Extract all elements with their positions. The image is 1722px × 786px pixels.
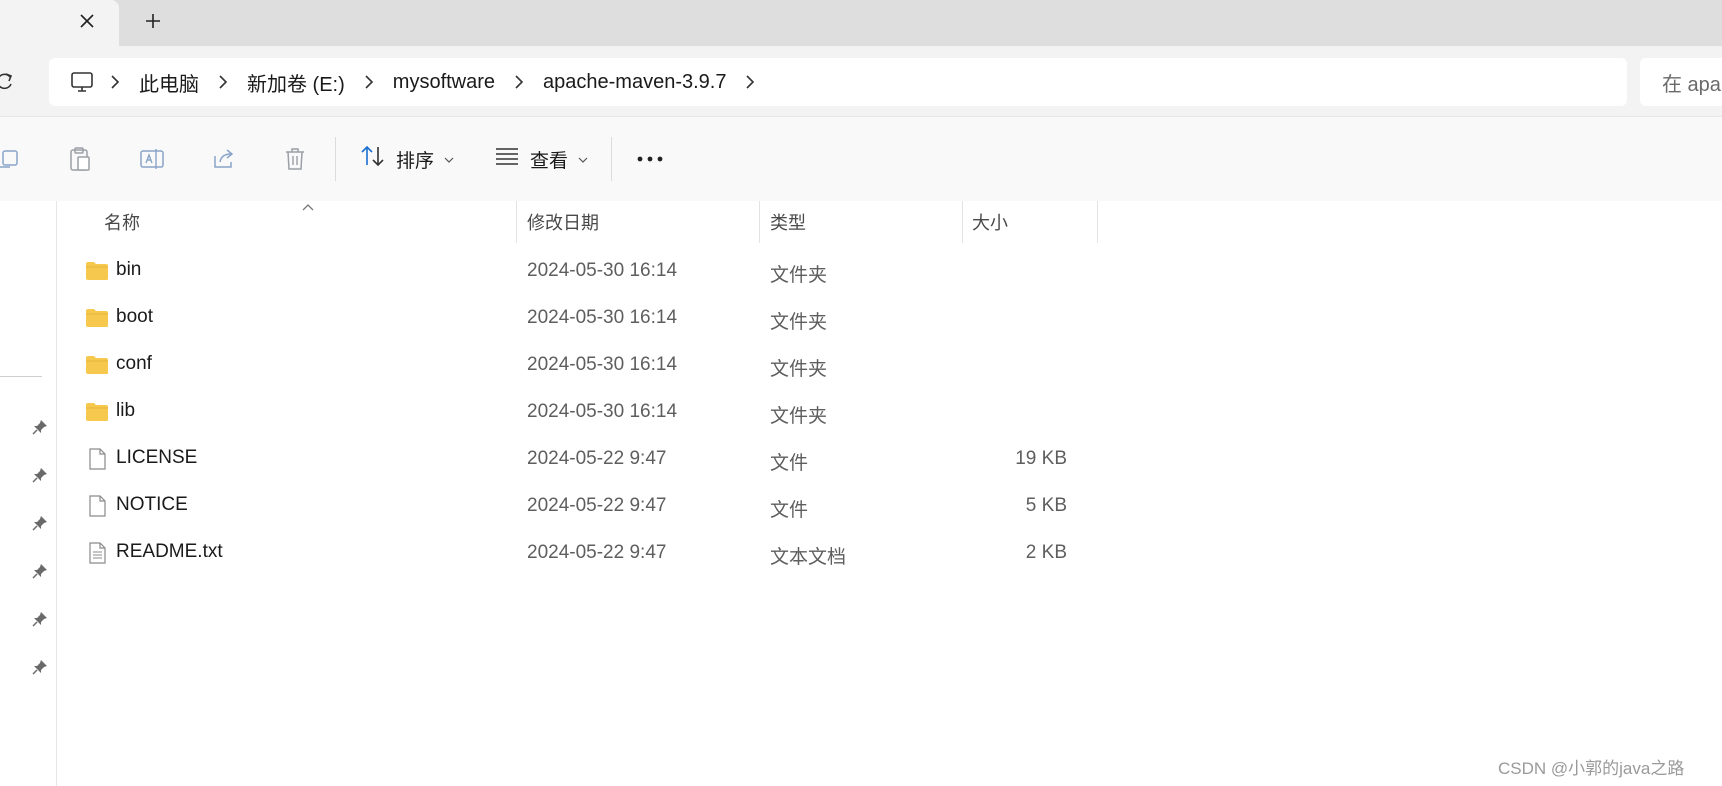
file-type: 文件: [770, 453, 809, 474]
view-list-icon: [494, 145, 520, 173]
plus-icon[interactable]: [142, 10, 164, 32]
column-header-name[interactable]: 名称: [104, 201, 454, 243]
chevron-right-icon[interactable]: [349, 62, 389, 102]
file-type: 文件夹: [770, 359, 828, 380]
column-divider[interactable]: [759, 201, 760, 243]
column-header-modified[interactable]: 修改日期: [527, 201, 747, 243]
file-modified: 2024-05-30 16:14: [527, 260, 678, 281]
file-name: conf: [116, 353, 152, 374]
chevron-right-icon[interactable]: [499, 62, 539, 102]
command-bar: 排序 查看: [0, 116, 1722, 202]
sort-button[interactable]: 排序: [360, 139, 454, 179]
sort-label: 排序: [396, 150, 435, 172]
file-type: 文件夹: [770, 265, 828, 286]
pin-icon[interactable]: [30, 513, 50, 533]
file-size: 19 KB: [1015, 448, 1067, 469]
file-type: 文件: [770, 500, 809, 521]
rename-icon[interactable]: [138, 145, 166, 173]
file-row[interactable]: LICENSE 2024-05-22 9:47 文件 19 KB: [77, 438, 1177, 480]
close-icon[interactable]: [76, 10, 98, 32]
breadcrumb-maven[interactable]: apache-maven-3.9.7: [539, 71, 730, 94]
file-name: lib: [116, 400, 136, 421]
file-row[interactable]: NOTICE 2024-05-22 9:47 文件 5 KB: [77, 485, 1177, 527]
pin-icon[interactable]: [30, 609, 50, 629]
folder-icon: [86, 403, 108, 421]
breadcrumb-this-pc[interactable]: 此电脑: [135, 68, 203, 97]
pin-icon[interactable]: [30, 417, 50, 437]
file-modified: 2024-05-30 16:14: [527, 401, 678, 422]
paste-icon[interactable]: [66, 145, 94, 173]
column-divider[interactable]: [516, 201, 517, 243]
file-name: NOTICE: [116, 494, 188, 515]
file-modified: 2024-05-30 16:14: [527, 354, 678, 375]
text-document-icon: [89, 542, 106, 564]
folder-icon: [86, 309, 108, 327]
copy-icon[interactable]: [0, 145, 22, 173]
chevron-right-icon[interactable]: [730, 62, 770, 102]
folder-icon: [86, 356, 108, 374]
sidebar-divider: [0, 376, 42, 377]
toolbar-divider: [611, 137, 612, 181]
file-row[interactable]: conf 2024-05-30 16:14 文件夹: [77, 344, 1177, 386]
file-row[interactable]: lib 2024-05-30 16:14 文件夹: [77, 391, 1177, 433]
column-divider[interactable]: [1097, 201, 1098, 243]
pin-icon[interactable]: [30, 465, 50, 485]
column-divider[interactable]: [962, 201, 963, 243]
pin-icon[interactable]: [30, 561, 50, 581]
chevron-down-icon: [578, 148, 588, 170]
breadcrumb-volume[interactable]: 新加卷 (E:): [243, 68, 349, 97]
file-name: bin: [116, 259, 142, 280]
column-header-type[interactable]: 类型: [770, 201, 960, 243]
file-type: 文件夹: [770, 406, 828, 427]
file-list: 名称 修改日期 类型 大小 bin 2024-05-30 16:14 文件夹 b…: [57, 201, 1722, 786]
file-row[interactable]: README.txt 2024-05-22 9:47 文本文档 2 KB: [77, 532, 1177, 574]
column-header-size[interactable]: 大小: [972, 201, 1092, 243]
toolbar-divider: [335, 137, 336, 181]
file-modified: 2024-05-22 9:47: [527, 542, 667, 563]
tab-strip: [0, 0, 1722, 46]
file-type: 文本文档: [770, 547, 847, 568]
computer-icon[interactable]: [69, 69, 95, 95]
chevron-right-icon[interactable]: [203, 62, 243, 102]
address-row: 此电脑 新加卷 (E:) mysoftware apache-maven-3.9…: [0, 46, 1722, 116]
file-row[interactable]: bin 2024-05-30 16:14 文件夹: [77, 250, 1177, 292]
share-icon[interactable]: [210, 145, 238, 173]
delete-icon[interactable]: [281, 145, 309, 173]
address-bar[interactable]: 此电脑 新加卷 (E:) mysoftware apache-maven-3.9…: [49, 58, 1627, 106]
file-modified: 2024-05-22 9:47: [527, 495, 667, 516]
file-name: README.txt: [116, 541, 223, 562]
folder-icon: [86, 262, 108, 280]
file-name: boot: [116, 306, 153, 327]
file-size: 5 KB: [1025, 495, 1067, 516]
file-name: LICENSE: [116, 447, 198, 468]
breadcrumb-mysoftware[interactable]: mysoftware: [389, 71, 499, 94]
file-icon: [89, 448, 106, 470]
view-button[interactable]: 查看: [494, 139, 588, 179]
chevron-right-icon[interactable]: [95, 62, 135, 102]
file-modified: 2024-05-30 16:14: [527, 307, 678, 328]
refresh-icon[interactable]: [0, 67, 16, 95]
tab-active[interactable]: [0, 0, 119, 46]
sort-icon: [360, 144, 386, 174]
file-modified: 2024-05-22 9:47: [527, 448, 667, 469]
file-icon: [89, 495, 106, 517]
view-label: 查看: [530, 150, 569, 172]
search-input[interactable]: 在 apa: [1640, 58, 1722, 106]
pin-icon[interactable]: [30, 657, 50, 677]
more-options-icon[interactable]: [634, 143, 666, 175]
chevron-down-icon: [444, 148, 454, 170]
watermark-text: CSDN @小郭的java之路: [1498, 759, 1685, 778]
file-size: 2 KB: [1025, 542, 1067, 563]
file-row[interactable]: boot 2024-05-30 16:14 文件夹: [77, 297, 1177, 339]
file-type: 文件夹: [770, 312, 828, 333]
navigation-pane: [0, 201, 57, 786]
